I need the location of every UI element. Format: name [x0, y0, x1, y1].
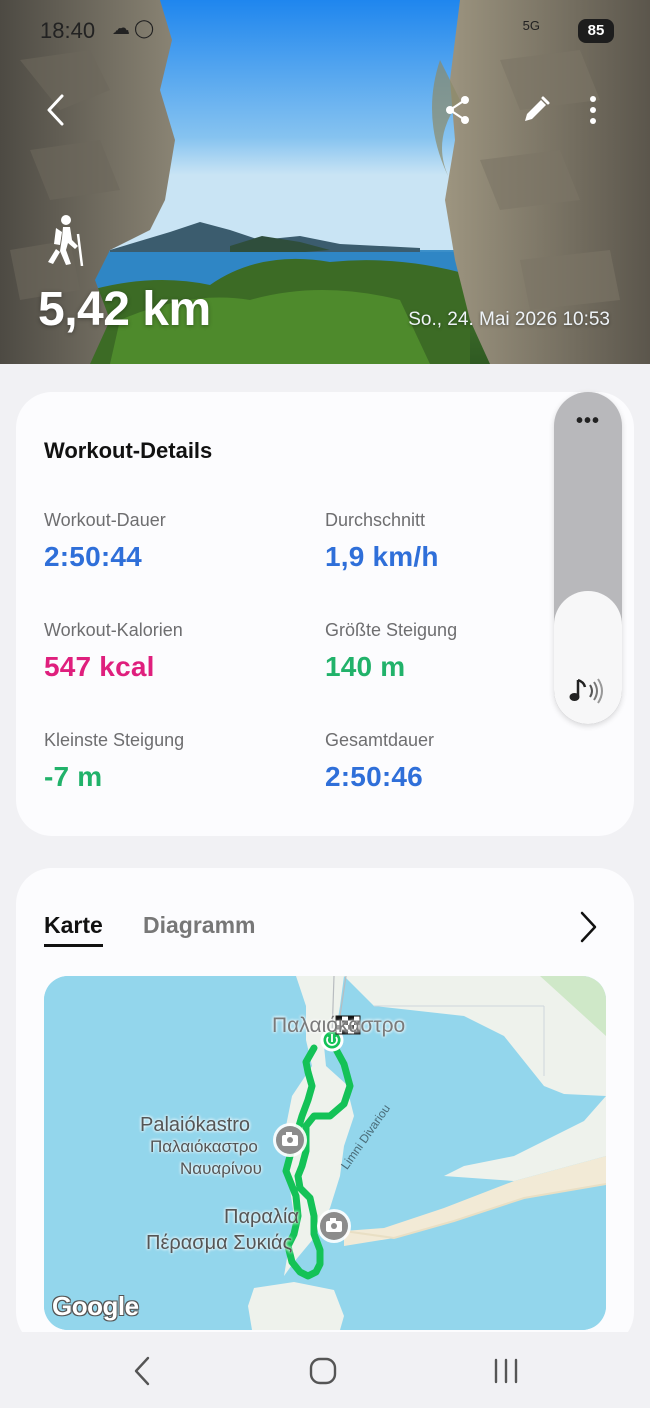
share-icon [446, 96, 469, 124]
map-card: Karte Diagramm Παλαιόκαστρο Palaiókastro… [16, 868, 634, 1348]
chevron-left-icon [47, 94, 64, 126]
hiking-icon [48, 215, 84, 266]
metric-min-elevation[interactable]: Kleinste Steigung -7 m [44, 730, 304, 793]
map-label-beach-2: Πέρασμα Συκιάς [146, 1232, 293, 1254]
notification-icons: ☁◯ [112, 18, 158, 39]
workout-details-title: Workout-Details [44, 438, 213, 463]
metric-average-speed[interactable]: Durchschnitt 1,9 km/h [325, 510, 585, 573]
battery-indicator: 85 [578, 19, 614, 43]
cloud-icon: ☁ [112, 18, 134, 38]
workout-distance: 5,42 km [38, 283, 211, 336]
more-vertical-icon [590, 96, 596, 124]
status-bar: 18:40 ☁◯ 5G 85 [0, 0, 650, 60]
metric-value: 547 kcal [44, 651, 155, 682]
map-label-town: Παλαιόκαστρο [272, 1014, 406, 1037]
share-button[interactable] [436, 88, 480, 132]
home-nav-icon[interactable] [303, 1354, 343, 1388]
hero-image: 18:40 ☁◯ 5G 85 5,42 km So., 24. Mai 2026… [0, 0, 650, 364]
metric-label: Workout-Dauer [44, 510, 166, 530]
metric-label: Durchschnitt [325, 510, 426, 530]
map-label-beach: Παραλία [224, 1206, 299, 1228]
metric-workout-duration[interactable]: Workout-Dauer 2:50:44 [44, 510, 304, 573]
chevron-right-icon[interactable] [576, 910, 600, 944]
system-navigation-bar [0, 1332, 650, 1408]
edit-icon [525, 96, 550, 121]
metric-total-duration[interactable]: Gesamtdauer 2:50:46 [325, 730, 585, 793]
tab-map[interactable]: Karte [44, 912, 103, 947]
workout-date: So., 24. Mai 2026 10:53 [408, 309, 610, 330]
metric-label: Gesamtdauer [325, 730, 435, 750]
metric-label: Kleinste Steigung [44, 730, 185, 750]
volume-more-button[interactable]: ••• [554, 410, 622, 433]
status-time: 18:40 [40, 18, 96, 43]
more-options-button[interactable] [571, 88, 615, 132]
google-logo: Google [52, 1291, 139, 1321]
metric-max-elevation[interactable]: Größte Steigung 140 m [325, 620, 585, 683]
metric-calories[interactable]: Workout-Kalorien 547 kcal [44, 620, 304, 683]
network-indicator: 5G [522, 18, 540, 33]
recents-nav-icon[interactable] [486, 1354, 526, 1388]
tab-chart[interactable]: Diagramm [143, 912, 255, 939]
back-button[interactable] [34, 88, 78, 132]
metric-value: 2:50:46 [325, 761, 423, 792]
metric-label: Größte Steigung [325, 620, 458, 640]
metric-value: 140 m [325, 651, 406, 682]
map-label-castle-latin: Palaiókastro [140, 1114, 251, 1136]
workout-details-card: Workout-Details Workout-Dauer 2:50:44 Du… [16, 392, 634, 836]
metric-value: -7 m [44, 761, 103, 792]
metric-value: 2:50:44 [44, 541, 142, 572]
metric-label: Workout-Kalorien [44, 620, 183, 640]
volume-slider[interactable]: ••• [554, 392, 622, 724]
route-map[interactable]: Παλαιόκαστρο Palaiókastro Παλαιόκαστρο Ν… [44, 976, 606, 1330]
music-volume-icon [569, 678, 603, 704]
edit-button[interactable] [514, 88, 558, 132]
ring-icon: ◯ [134, 18, 159, 38]
back-nav-icon[interactable] [122, 1354, 162, 1388]
map-label-castle-greek-2: Ναυαρίνου [180, 1159, 262, 1178]
map-label-castle-greek: Παλαιόκαστρο [150, 1137, 258, 1156]
metric-value: 1,9 km/h [325, 541, 439, 572]
